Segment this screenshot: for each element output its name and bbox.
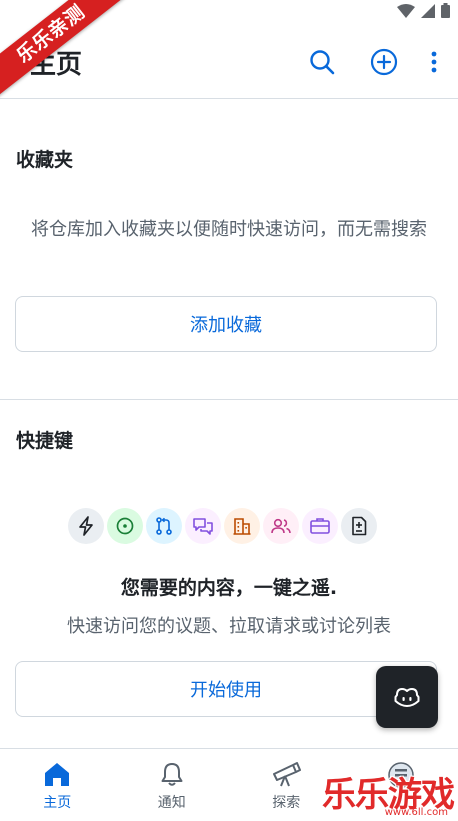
nav-home-label: 主页	[43, 792, 71, 812]
issue-open-icon	[107, 508, 143, 544]
organization-icon	[224, 508, 260, 544]
discussion-icon	[185, 508, 221, 544]
signal-icon	[421, 4, 435, 18]
wifi-icon	[397, 4, 415, 18]
copilot-icon	[393, 685, 421, 709]
search-button[interactable]	[306, 46, 338, 78]
status-icons	[397, 3, 450, 18]
nav-notifications-label: 通知	[158, 792, 186, 812]
nav-home[interactable]: 主页	[0, 749, 115, 821]
more-options-button[interactable]	[424, 46, 444, 78]
add-circle-icon	[370, 48, 398, 76]
battery-icon	[441, 3, 450, 18]
create-button[interactable]	[368, 46, 400, 78]
shortcut-icons-row	[68, 508, 377, 544]
nav-explore-label: 探索	[272, 792, 300, 812]
telescope-icon	[271, 761, 301, 787]
copilot-button[interactable]	[376, 666, 438, 728]
app-bar-actions	[306, 46, 444, 78]
briefcase-icon	[302, 508, 338, 544]
favorites-title: 收藏夹	[16, 145, 73, 172]
shortcuts-description: 快速访问您的议题、拉取请求或讨论列表	[0, 612, 458, 638]
favorites-section: 收藏夹 将仓库加入收藏夹以便随时快速访问，而无需搜索 添加收藏	[0, 99, 458, 400]
home-icon	[43, 761, 71, 787]
watermark-url: www.6ll.com	[385, 807, 448, 818]
shortcuts-title: 快捷键	[16, 426, 73, 453]
favorites-description: 将仓库加入收藏夹以便随时快速访问，而无需搜索	[16, 214, 442, 245]
diff-icon	[341, 508, 377, 544]
people-icon	[263, 508, 299, 544]
add-favorites-button[interactable]: 添加收藏	[15, 296, 437, 352]
kebab-icon	[431, 51, 437, 73]
get-started-button[interactable]: 开始使用	[15, 661, 437, 717]
nav-notifications[interactable]: 通知	[115, 749, 230, 821]
pull-request-icon	[146, 508, 182, 544]
shortcuts-heading: 您需要的内容，一键之遥.	[0, 573, 458, 600]
search-icon	[309, 49, 335, 75]
bell-icon	[159, 761, 185, 787]
zap-icon	[68, 508, 104, 544]
